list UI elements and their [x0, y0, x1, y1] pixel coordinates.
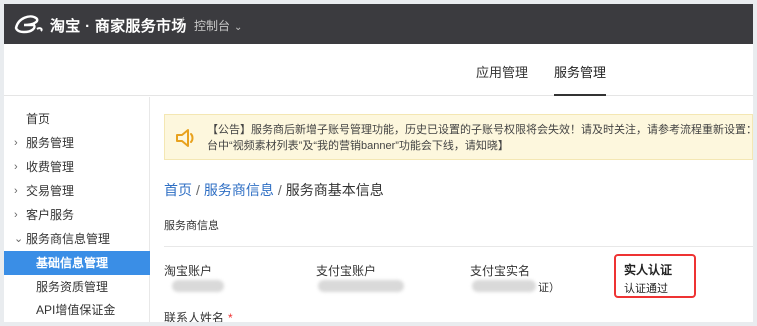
- breadcrumb-home-link[interactable]: 首页: [164, 182, 192, 198]
- alipay-account-value-redacted: [318, 280, 404, 292]
- sidebar-item-label: 客户服务: [26, 208, 75, 222]
- sidebar-item-basic-info[interactable]: 基础信息管理: [4, 251, 150, 275]
- console-dropdown[interactable]: 控制台 ⌄: [194, 17, 242, 34]
- contact-name-label: 联系人姓名 *: [164, 309, 233, 322]
- alipay-account-label: 支付宝账户: [316, 264, 377, 278]
- sidebar-item-label: 交易管理: [26, 184, 75, 198]
- sidebar-item-api-deposit[interactable]: API增值保证金: [4, 298, 150, 322]
- sidebar: 首页 › 服务管理 › 收费管理 › 交易管理 › 客户服务 ⌄ 服务商信息管理…: [4, 97, 150, 322]
- breadcrumb-separator: /: [196, 182, 200, 198]
- brand-title[interactable]: 淘宝 · 商家服务市场: [50, 15, 187, 36]
- sidebar-item-billing[interactable]: › 收费管理: [4, 155, 150, 179]
- verification-status: 认证通过: [624, 283, 668, 295]
- app-frame: 淘宝 · 商家服务市场 / 控制台 ⌄ 应用管理 服务管理 首页 › 服务管理 ›…: [4, 4, 753, 322]
- announcement-text: 【公告】服务商后新增子账号管理功能，历史已设置的子账号权限将会失效！请及时关注，…: [207, 122, 752, 154]
- breadcrumb-provider-link[interactable]: 服务商信息: [204, 182, 274, 198]
- taobao-logo-icon[interactable]: [12, 12, 46, 36]
- breadcrumb-separator: /: [277, 182, 282, 198]
- alipay-realname-suffix: 证）: [538, 282, 560, 294]
- alipay-realname-value-redacted: [472, 280, 536, 292]
- breadcrumb-current: 服务商基本信息: [285, 182, 384, 198]
- tab-app-management[interactable]: 应用管理: [476, 62, 528, 81]
- sidebar-item-label: 首页: [26, 112, 51, 126]
- announcement-line-1: 【公告】服务商后新增子账号管理功能，历史已设置的子账号权限将会失效！请及时关注，…: [207, 124, 752, 136]
- sidebar-item-service-management[interactable]: › 服务管理: [4, 131, 150, 155]
- chevron-down-icon: ⌄: [234, 22, 243, 33]
- section-title: 服务商信息: [164, 220, 219, 232]
- sidebar-item-label: API增值保证金: [36, 303, 116, 317]
- header-tabs: 应用管理 服务管理: [4, 44, 753, 96]
- speaker-icon: [176, 129, 194, 147]
- announcement-banner: 【公告】服务商后新增子账号管理功能，历史已设置的子账号权限将会失效！请及时关注，…: [164, 114, 753, 160]
- sidebar-item-provider-info[interactable]: ⌄ 服务商信息管理: [4, 227, 150, 251]
- chevron-right-icon: ›: [14, 161, 18, 173]
- chevron-right-icon: ›: [14, 185, 18, 197]
- top-navbar: 淘宝 · 商家服务市场 / 控制台 ⌄: [4, 4, 753, 44]
- alipay-realname-label: 支付宝实名: [470, 264, 531, 278]
- sidebar-item-home[interactable]: 首页: [4, 107, 150, 131]
- sidebar-item-label: 服务管理: [26, 136, 75, 150]
- title-separator: /: [180, 15, 185, 32]
- sidebar-item-customer-service[interactable]: › 客户服务: [4, 203, 150, 227]
- sidebar-item-label: 基础信息管理: [36, 256, 109, 270]
- sidebar-item-label: 服务商信息管理: [26, 232, 111, 246]
- breadcrumb: 首页 / 服务商信息 / 服务商基本信息: [164, 180, 384, 200]
- sidebar-item-qualification[interactable]: 服务资质管理: [4, 275, 150, 299]
- taobao-account-value-redacted: [172, 280, 224, 292]
- sidebar-item-label: 收费管理: [26, 160, 75, 174]
- section-divider: [164, 246, 753, 247]
- taobao-account-label: 淘宝账户: [164, 264, 213, 278]
- console-label: 控制台: [194, 19, 231, 33]
- sidebar-item-label: 服务资质管理: [36, 280, 109, 294]
- required-mark: *: [228, 311, 233, 322]
- contact-name-text: 联系人姓名: [164, 311, 225, 322]
- chevron-down-icon: ⌄: [14, 233, 24, 245]
- sidebar-item-trade[interactable]: › 交易管理: [4, 179, 150, 203]
- tab-service-management[interactable]: 服务管理: [554, 62, 607, 96]
- chevron-right-icon: ›: [14, 137, 18, 149]
- chevron-right-icon: ›: [14, 209, 18, 221]
- verification-label: 实人认证: [624, 263, 673, 277]
- announcement-line-2: 台中“视频素材列表”及“我的营销banner”功能会下线，请知晓】: [207, 140, 509, 152]
